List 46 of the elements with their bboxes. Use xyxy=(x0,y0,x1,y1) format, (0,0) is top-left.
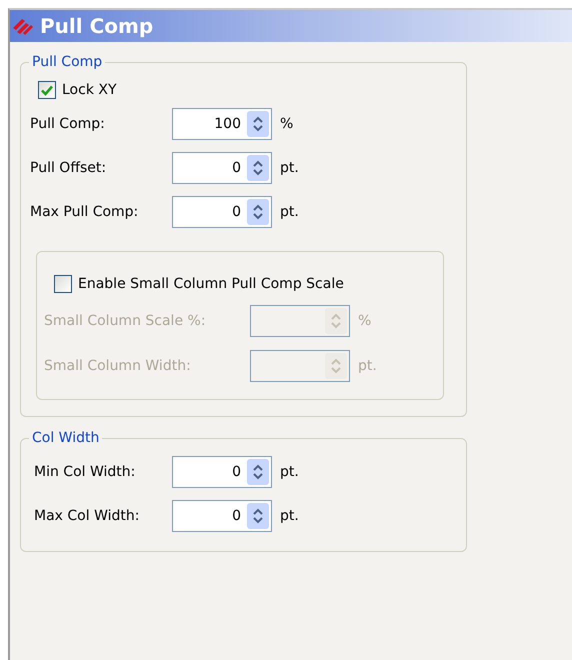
chevron-down-icon xyxy=(330,366,342,375)
chevron-up-icon xyxy=(330,312,342,321)
chevron-down-icon xyxy=(330,321,342,330)
group-title: Pull Comp xyxy=(29,53,106,71)
field-label: Pull Offset: xyxy=(30,160,108,176)
spin-buttons[interactable] xyxy=(247,199,269,225)
checkbox[interactable] xyxy=(54,275,72,293)
unit-label: % xyxy=(358,313,372,329)
number-spinner[interactable]: 100 xyxy=(172,108,272,140)
spin-buttons[interactable] xyxy=(247,503,269,529)
number-spinner[interactable]: 0 xyxy=(172,196,272,228)
number-spinner[interactable]: 0 xyxy=(172,152,272,184)
chevron-down-icon xyxy=(252,212,264,221)
spin-buttons[interactable] xyxy=(247,155,269,181)
unit-label: % xyxy=(280,116,294,132)
chevron-up-icon xyxy=(252,507,264,516)
unit-label: pt. xyxy=(280,204,300,220)
field-label: Pull Comp: xyxy=(30,116,106,132)
number-spinner[interactable]: 0 xyxy=(172,500,272,532)
window-title: Pull Comp xyxy=(40,14,154,38)
chevron-up-icon xyxy=(252,159,264,168)
chevron-down-icon xyxy=(252,168,264,177)
app-logo-icon xyxy=(12,16,34,36)
spin-buttons[interactable] xyxy=(247,459,269,485)
field-label: Max Col Width: xyxy=(34,508,140,524)
chevron-up-icon xyxy=(252,115,264,124)
unit-label: pt. xyxy=(358,358,378,374)
spin-buttons[interactable] xyxy=(247,111,269,137)
chevron-down-icon xyxy=(252,124,264,133)
checkmark-icon xyxy=(41,84,53,96)
field-label: Small Column Width: xyxy=(44,358,192,374)
number-spinner[interactable]: 0 xyxy=(172,456,272,488)
field-label: Min Col Width: xyxy=(34,464,136,480)
chevron-down-icon xyxy=(252,516,264,525)
chevron-up-icon xyxy=(252,463,264,472)
unit-label: pt. xyxy=(280,508,300,524)
chevron-up-icon xyxy=(252,203,264,212)
unit-label: pt. xyxy=(280,160,300,176)
checkbox[interactable] xyxy=(38,81,56,99)
field-label: Max Pull Comp: xyxy=(30,204,140,220)
checkbox-label[interactable]: Lock XY xyxy=(62,82,117,98)
unit-label: pt. xyxy=(280,464,300,480)
chevron-up-icon xyxy=(330,357,342,366)
checkbox-label[interactable]: Enable Small Column Pull Comp Scale xyxy=(78,276,344,292)
chevron-down-icon xyxy=(252,472,264,481)
field-label: Small Column Scale %: xyxy=(44,313,207,329)
